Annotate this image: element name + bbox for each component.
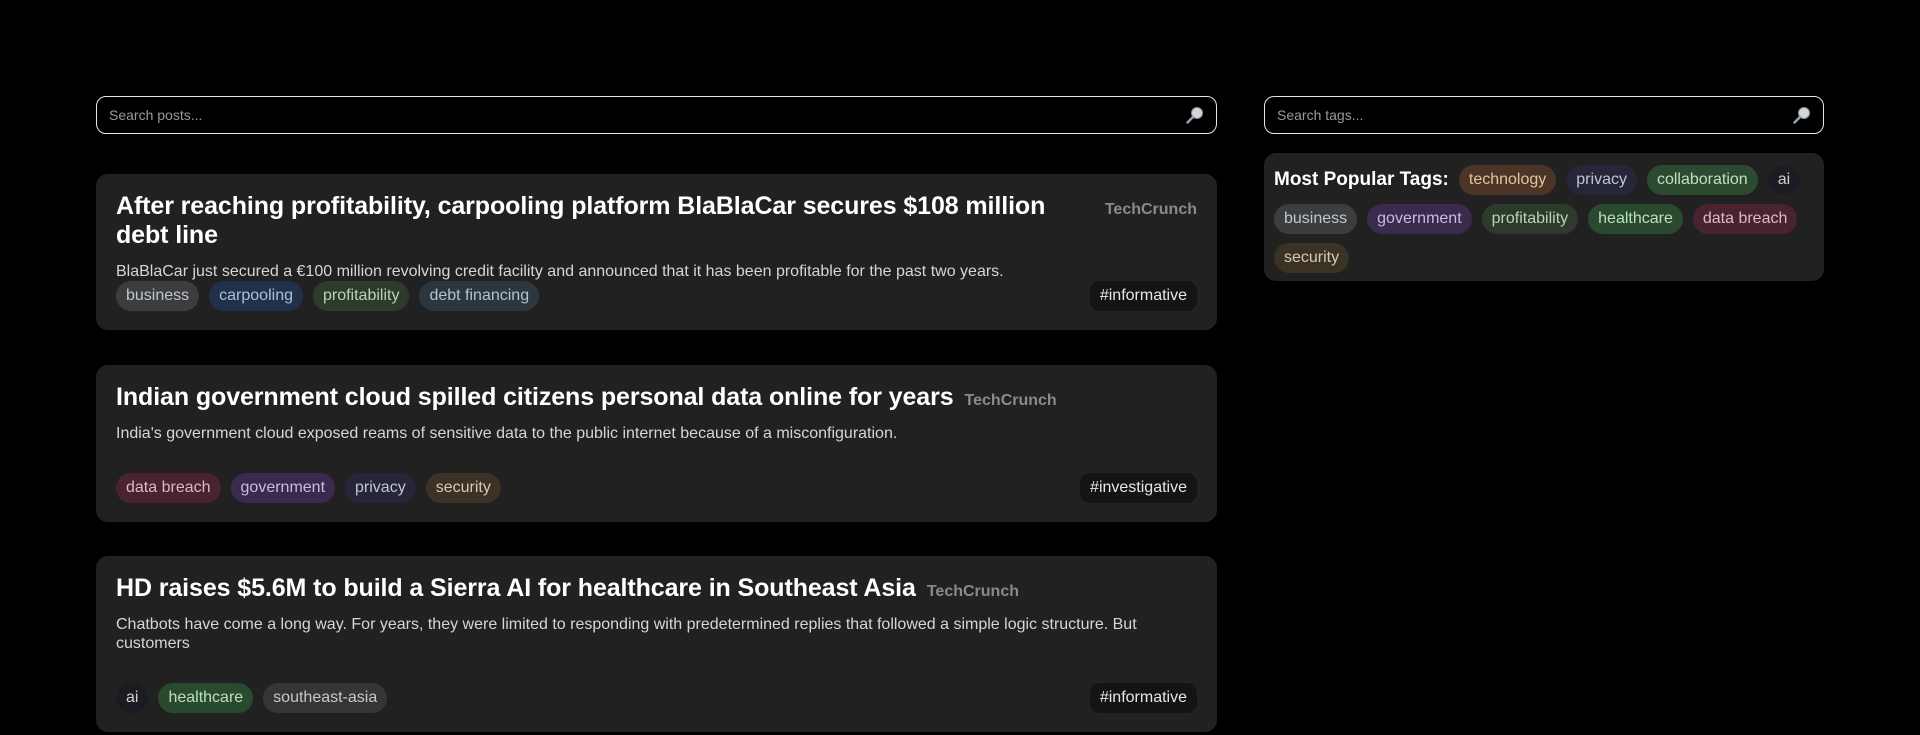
tag-chip[interactable]: carpooling	[209, 281, 303, 311]
tag-chip[interactable]: data breach	[116, 473, 221, 503]
search-icon[interactable]	[1184, 104, 1206, 126]
popular-tag-chip[interactable]: profitability	[1481, 204, 1579, 234]
tag-chip[interactable]: profitability	[312, 281, 410, 311]
tag-chip[interactable]: southeast-asia	[263, 683, 388, 713]
tag-chip[interactable]: healthcare	[158, 683, 254, 713]
post-card[interactable]: After reaching profitability, carpooling…	[96, 174, 1217, 330]
popular-tag-chip[interactable]: security	[1274, 243, 1350, 273]
popular-tag-chip[interactable]: healthcare	[1588, 204, 1683, 234]
post-source: TechCrunch	[964, 392, 1057, 409]
post-description: BlaBlaCar just secured a €100 million re…	[116, 263, 1004, 280]
post-category-badge: #informative	[1089, 281, 1197, 311]
post-source: TechCrunch	[926, 583, 1019, 600]
post-card[interactable]: Indian government cloud spilled citizens…	[96, 365, 1217, 522]
tag-chip[interactable]: business	[116, 281, 200, 311]
post-category-badge: #informative	[1089, 683, 1197, 713]
tag-search-input[interactable]	[1275, 106, 1791, 124]
popular-tags-title: Most Popular Tags:	[1274, 169, 1449, 190]
tag-chip[interactable]: security	[425, 473, 501, 503]
popular-tag-chip[interactable]: technology	[1458, 165, 1557, 195]
search-icon[interactable]	[1791, 104, 1813, 126]
post-description: India's government cloud exposed reams o…	[116, 425, 898, 442]
popular-tag-chip[interactable]: privacy	[1566, 165, 1637, 195]
post-search-input[interactable]	[107, 106, 1184, 124]
post-card[interactable]: HD raises $5.6M to build a Sierra AI for…	[96, 556, 1217, 732]
popular-tag-chip[interactable]: collaboration	[1646, 165, 1758, 195]
post-title[interactable]: HD raises $5.6M to build a Sierra AI for…	[116, 574, 916, 603]
tag-chip[interactable]: government	[230, 473, 336, 503]
post-title[interactable]: Indian government cloud spilled citizens…	[116, 383, 954, 412]
post-category-badge: #investigative	[1080, 473, 1197, 503]
post-source: TechCrunch	[1104, 201, 1197, 218]
post-title[interactable]: After reaching profitability, carpooling…	[116, 192, 1094, 250]
tag-chip[interactable]: privacy	[345, 473, 416, 503]
post-search-bar[interactable]	[96, 96, 1217, 134]
post-description: Chatbots have come a long way. For years…	[116, 616, 1137, 652]
popular-tags-panel: Most Popular Tags: technology privacy co…	[1264, 153, 1824, 281]
popular-tag-chip[interactable]: ai	[1767, 165, 1801, 195]
tag-search-bar[interactable]	[1264, 96, 1824, 134]
tag-chip[interactable]: ai	[116, 683, 149, 713]
popular-tag-chip[interactable]: data breach	[1692, 204, 1798, 234]
popular-tag-chip[interactable]: government	[1367, 204, 1472, 234]
popular-tag-chip[interactable]: business	[1274, 204, 1358, 234]
tag-chip[interactable]: debt financing	[419, 281, 540, 311]
